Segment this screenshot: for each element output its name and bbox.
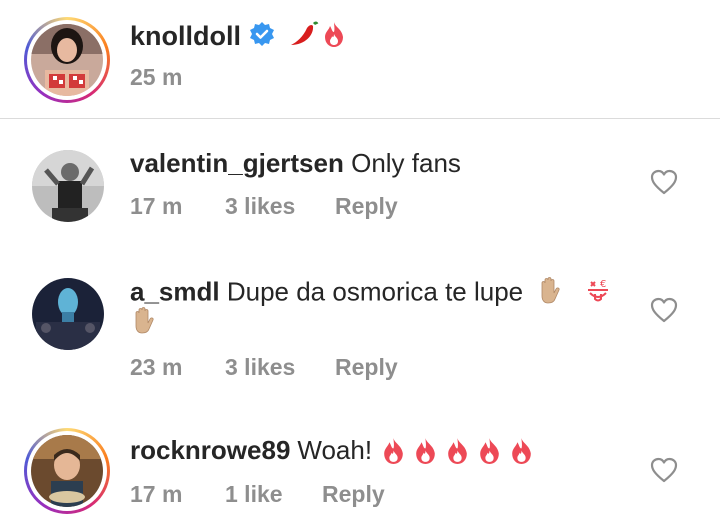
fire-icon [321,20,347,53]
reply-button[interactable]: Reply [322,481,385,508]
comment-text: Only fans [351,148,461,178]
comment-timestamp: 23 m [130,354,183,380]
raised-hand-icon [130,306,156,339]
comment-avatar[interactable] [32,150,104,222]
fire-icon [512,438,531,464]
comment-body: valentin_gjertsen Only fans [130,148,461,179]
caption-username[interactable]: knolldoll [130,21,241,52]
comment-likes[interactable]: 3 likes [225,193,295,220]
comment-timestamp: 17 m [130,193,183,219]
comment-likes[interactable]: 3 likes [225,354,295,381]
comment-username[interactable]: valentin_gjertsen [130,148,344,178]
reply-button[interactable]: Reply [335,193,398,220]
caption-timestamp: 25 m [130,64,183,90]
fire-icon [384,438,403,464]
comment-body: rocknrowe89 Woah! [130,435,535,466]
comment-likes[interactable]: 1 like [225,481,283,508]
comment-avatar [31,435,103,507]
comment-username[interactable]: a_smdl [130,276,220,306]
hot-pepper-icon [287,20,319,53]
fire-icon [416,438,435,464]
comment-avatar[interactable] [32,278,104,350]
verified-badge-icon [249,21,275,52]
comment-text: Dupe da osmorica te lupe [226,276,524,307]
money-mouth-face-icon: € [584,276,612,311]
comment-username[interactable]: rocknrowe89 [130,435,290,466]
divider [0,118,720,119]
reply-button[interactable]: Reply [335,354,398,381]
story-ring[interactable] [24,428,110,514]
like-heart-icon[interactable] [650,169,678,195]
comment-text: Woah! [297,435,373,465]
like-heart-icon[interactable] [650,297,678,323]
svg-text:€: € [600,279,606,290]
avatar-ring-gap [27,20,107,100]
caption-header: knolldoll [130,18,347,54]
raised-hand-icon [536,276,562,311]
fire-emoji-group [380,436,535,465]
caption-avatar [31,24,103,96]
avatar-ring-gap [27,431,107,511]
comment-body: a_smdl Dupe da osmorica te lupe € [130,276,612,311]
caption-avatar-ring[interactable] [24,17,110,103]
comment-timestamp: 17 m [130,481,183,507]
like-heart-icon[interactable] [650,457,678,483]
fire-icon [448,438,467,464]
fire-icon [480,438,499,464]
